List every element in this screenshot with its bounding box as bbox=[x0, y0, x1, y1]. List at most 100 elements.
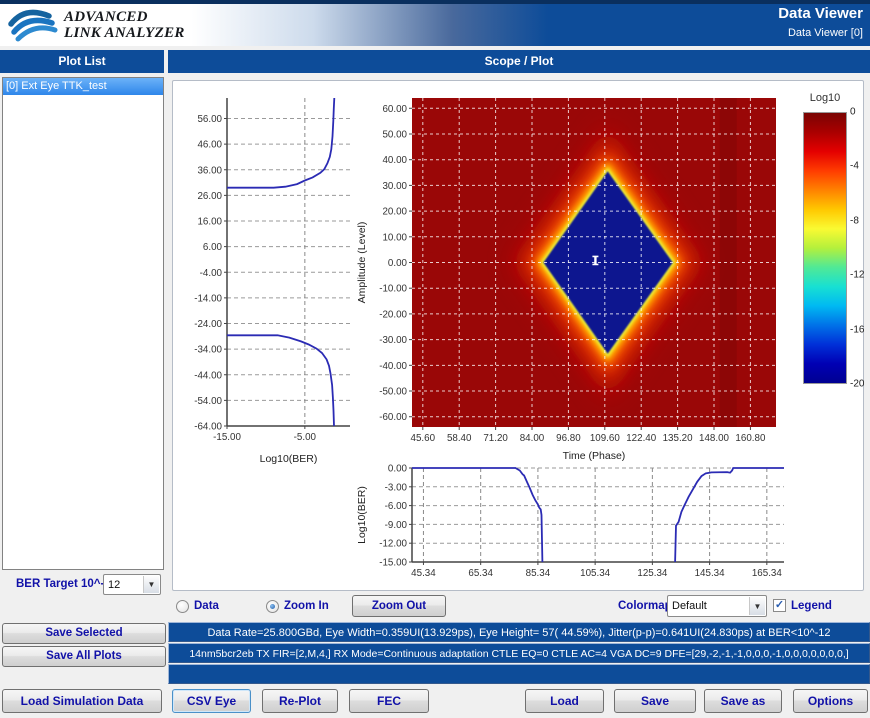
plot-list[interactable]: [0] Ext Eye TTK_test bbox=[2, 77, 164, 570]
colormap-label: Colormap bbox=[618, 600, 672, 612]
svg-text:-14.00: -14.00 bbox=[194, 293, 222, 304]
svg-text:0.00: 0.00 bbox=[388, 464, 408, 475]
data-radio-label[interactable]: Data bbox=[194, 600, 219, 612]
svg-text:-60.00: -60.00 bbox=[379, 412, 407, 423]
svg-text:-44.00: -44.00 bbox=[194, 370, 222, 381]
svg-text:46.00: 46.00 bbox=[197, 140, 222, 151]
colorbar-legend: Log10 0-4-8-12-16-20 bbox=[788, 92, 868, 404]
svg-text:96.80: 96.80 bbox=[556, 433, 581, 444]
logo-line2: LINK ANALYZER bbox=[64, 25, 185, 41]
amplitude-bathtub-plot[interactable]: 56.00 46.00 36.00 26.00 16.00 6.00 -4.00 -14.00… bbox=[175, 88, 355, 466]
svg-text:-5.00: -5.00 bbox=[294, 432, 317, 443]
svg-text:-15.00: -15.00 bbox=[213, 432, 241, 443]
svg-text:6.00: 6.00 bbox=[203, 242, 223, 253]
save-as-button[interactable]: Save as bbox=[704, 689, 782, 713]
load-simulation-data-button[interactable]: Load Simulation Data bbox=[2, 689, 162, 713]
chevron-down-icon[interactable]: ▼ bbox=[749, 597, 765, 615]
save-all-plots-button[interactable]: Save All Plots bbox=[2, 646, 166, 667]
colorbar-tick-label: -8 bbox=[850, 215, 859, 226]
svg-text:84.00: 84.00 bbox=[520, 433, 545, 444]
logo-line1: ADVANCED bbox=[64, 9, 185, 25]
svg-text:45.34: 45.34 bbox=[411, 568, 436, 579]
csv-eye-button[interactable]: CSV Eye bbox=[172, 689, 251, 713]
svg-text:-9.00: -9.00 bbox=[385, 520, 408, 531]
svg-text:45.60: 45.60 bbox=[411, 433, 436, 444]
status-bar-configuration: 14nm5bcr2eb TX FIR=[2,M,4,] RX Mode=Cont… bbox=[168, 643, 870, 663]
app-title: Data Viewer bbox=[778, 5, 863, 22]
tick-labels: 56.00 46.00 36.00 26.00 16.00 6.00 -4.00 -14.00… bbox=[194, 114, 316, 443]
colorbar-title: Log10 bbox=[788, 92, 862, 104]
status-bar-measurements: Data Rate=25.800GBd, Eye Width=0.359UI(1… bbox=[168, 622, 870, 642]
time-bathtub-plot[interactable]: 0.00-3.00-6.00-9.00-12.00-15.0045.3465.3… bbox=[354, 458, 794, 586]
svg-text:50.00: 50.00 bbox=[382, 129, 407, 140]
colorbar-tick-label: -4 bbox=[850, 161, 859, 172]
svg-text:165.34: 165.34 bbox=[752, 568, 783, 579]
load-button[interactable]: Load bbox=[525, 689, 604, 713]
svg-text:71.20: 71.20 bbox=[483, 433, 508, 444]
legend-checkbox-label[interactable]: Legend bbox=[791, 600, 832, 612]
top-banner: ADVANCED LINK ANALYZER Data Viewer Data … bbox=[0, 0, 870, 46]
svg-text:58.40: 58.40 bbox=[447, 433, 472, 444]
ber-target-dropdown[interactable]: 12 ▼ bbox=[103, 574, 161, 595]
data-series bbox=[412, 468, 784, 562]
colorbar-gradient bbox=[803, 112, 847, 384]
gridlines bbox=[412, 468, 784, 562]
axis-labels: Log10(BER) bbox=[260, 453, 318, 465]
svg-text:36.00: 36.00 bbox=[197, 165, 222, 176]
svg-text:105.34: 105.34 bbox=[580, 568, 611, 579]
axes bbox=[412, 468, 784, 562]
svg-text:-4.00: -4.00 bbox=[200, 268, 223, 279]
legend-checkbox[interactable] bbox=[773, 599, 786, 612]
zoom-in-radio[interactable] bbox=[266, 600, 279, 613]
eye-density-heatmap-plot[interactable]: 60.0050.0040.0030.0020.0010.000.00-10.00… bbox=[354, 88, 782, 463]
re-plot-button[interactable]: Re-Plot bbox=[262, 689, 338, 713]
plot-list-item-selected[interactable]: [0] Ext Eye TTK_test bbox=[3, 78, 163, 95]
zoom-in-radio-label[interactable]: Zoom In bbox=[284, 600, 329, 612]
svg-text:40.00: 40.00 bbox=[382, 155, 407, 166]
svg-text:125.34: 125.34 bbox=[637, 568, 668, 579]
colorbar-tick-label: -20 bbox=[850, 379, 864, 390]
zoom-out-button[interactable]: Zoom Out bbox=[352, 595, 446, 617]
svg-text:16.00: 16.00 bbox=[197, 217, 222, 228]
svg-text:60.00: 60.00 bbox=[382, 104, 407, 115]
svg-text:Amplitude (Level): Amplitude (Level) bbox=[356, 222, 368, 304]
svg-text:10.00: 10.00 bbox=[382, 232, 407, 243]
colormap-dropdown[interactable]: Default ▼ bbox=[667, 595, 767, 617]
ber-target-label: BER Target 10^- bbox=[16, 578, 104, 590]
svg-text:-64.00: -64.00 bbox=[194, 422, 222, 433]
svg-text:109.60: 109.60 bbox=[590, 433, 621, 444]
logo-wave-icon bbox=[8, 8, 60, 42]
svg-text:Log10(BER): Log10(BER) bbox=[260, 453, 318, 465]
data-series bbox=[227, 98, 334, 426]
axis-labels: Log10(BER) bbox=[356, 486, 368, 544]
svg-text:148.00: 148.00 bbox=[699, 433, 730, 444]
svg-text:20.00: 20.00 bbox=[382, 207, 407, 218]
svg-text:-30.00: -30.00 bbox=[379, 335, 407, 346]
save-button[interactable]: Save bbox=[614, 689, 696, 713]
fec-button[interactable]: FEC bbox=[349, 689, 429, 713]
banner-top-strip bbox=[0, 0, 870, 4]
svg-text:Log10(BER): Log10(BER) bbox=[356, 486, 368, 544]
svg-text:122.40: 122.40 bbox=[626, 433, 657, 444]
scope-plot-header: Scope / Plot bbox=[168, 50, 870, 73]
svg-text:-34.00: -34.00 bbox=[194, 345, 222, 356]
chevron-down-icon[interactable]: ▼ bbox=[143, 576, 159, 593]
svg-text:-54.00: -54.00 bbox=[194, 396, 222, 407]
svg-text:135.20: 135.20 bbox=[663, 433, 694, 444]
svg-text:-12.00: -12.00 bbox=[379, 539, 407, 550]
svg-text:145.34: 145.34 bbox=[695, 568, 726, 579]
colormap-value: Default bbox=[672, 596, 707, 616]
save-selected-button[interactable]: Save Selected bbox=[2, 623, 166, 644]
data-radio[interactable] bbox=[176, 600, 189, 613]
svg-text:-3.00: -3.00 bbox=[385, 482, 408, 493]
svg-text:26.00: 26.00 bbox=[197, 191, 222, 202]
svg-text:65.34: 65.34 bbox=[468, 568, 493, 579]
app-subtitle: Data Viewer [0] bbox=[788, 27, 863, 39]
svg-text:-20.00: -20.00 bbox=[379, 309, 407, 320]
svg-text:56.00: 56.00 bbox=[197, 114, 222, 125]
colorbar-tick-label: -16 bbox=[850, 324, 864, 335]
options-button[interactable]: Options bbox=[793, 689, 868, 713]
status-bar-empty bbox=[168, 664, 870, 684]
logo-text: ADVANCED LINK ANALYZER bbox=[64, 9, 185, 41]
colorbar-tick-label: 0 bbox=[850, 107, 856, 118]
